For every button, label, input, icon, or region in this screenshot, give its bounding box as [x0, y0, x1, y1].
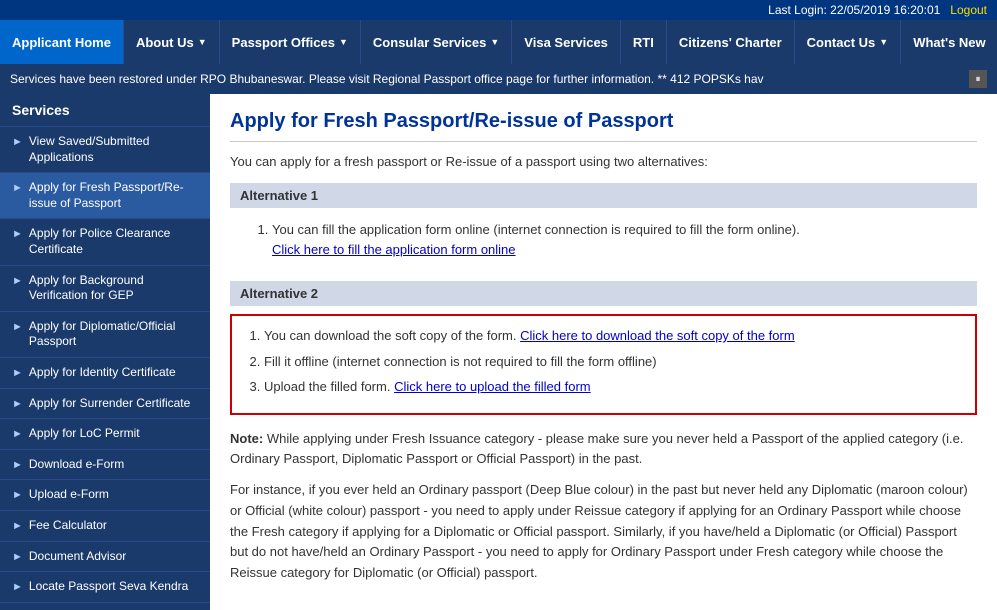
consular-services-arrow: ▼	[490, 37, 499, 47]
bullet-icon: ►	[12, 397, 23, 411]
alt2-item1: You can download the soft copy of the fo…	[264, 326, 961, 346]
note-para2: For instance, if you ever held an Ordina…	[230, 480, 977, 584]
note-section: Note: While applying under Fresh Issuanc…	[230, 429, 977, 585]
alternative-1-section: Alternative 1 You can fill the applicati…	[230, 183, 977, 267]
alt1-header: Alternative 1	[230, 183, 977, 208]
navbar: Applicant Home About Us ▼ Passport Offic…	[0, 20, 997, 64]
nav-citizens-charter[interactable]: Citizens' Charter	[667, 20, 795, 64]
fill-form-online-link[interactable]: Click here to fill the application form …	[272, 242, 516, 257]
nav-rti[interactable]: RTI	[621, 20, 667, 64]
nav-passport-offices[interactable]: Passport Offices ▼	[220, 20, 361, 64]
nav-whats-new[interactable]: What's New	[901, 20, 997, 64]
layout: Services ► View Saved/Submitted Applicat…	[0, 94, 997, 610]
sidebar-item-background-verification[interactable]: ► Apply for Background Verification for …	[0, 266, 210, 312]
bullet-icon: ►	[12, 320, 23, 334]
bullet-icon: ►	[12, 427, 23, 441]
about-us-arrow: ▼	[198, 37, 207, 47]
ticker-pause-button[interactable]: ⏸	[969, 70, 987, 88]
sidebar-item-police-clearance[interactable]: ► Apply for Police Clearance Certificate	[0, 219, 210, 265]
sidebar-item-surrender-certificate[interactable]: ► Apply for Surrender Certificate	[0, 389, 210, 420]
bullet-icon: ►	[12, 488, 23, 502]
ticker-text: Services have been restored under RPO Bh…	[10, 72, 961, 86]
upload-form-link[interactable]: Click here to upload the filled form	[394, 379, 591, 394]
sidebar-item-saved-apps[interactable]: ► View Saved/Submitted Applications	[0, 127, 210, 173]
note-para1: Note: While applying under Fresh Issuanc…	[230, 429, 977, 471]
alternative-2-section: Alternative 2 You can download the soft …	[230, 281, 977, 415]
bullet-icon: ►	[12, 580, 23, 594]
sidebar-item-fresh-passport[interactable]: ► Apply for Fresh Passport/Re-issue of P…	[0, 173, 210, 219]
intro-text: You can apply for a fresh passport or Re…	[230, 154, 977, 169]
page-title: Apply for Fresh Passport/Re-issue of Pas…	[230, 110, 977, 142]
nav-consular-services[interactable]: Consular Services ▼	[361, 20, 512, 64]
passport-offices-arrow: ▼	[339, 37, 348, 47]
sidebar-item-locate-psk[interactable]: ► Locate Passport Seva Kendra	[0, 572, 210, 603]
nav-about-us[interactable]: About Us ▼	[124, 20, 220, 64]
alt1-body: You can fill the application form online…	[230, 216, 977, 267]
ticker-bar: Services have been restored under RPO Bh…	[0, 64, 997, 94]
bullet-icon: ►	[12, 181, 23, 195]
sidebar-title: Services	[0, 94, 210, 127]
alt2-item2: Fill it offline (internet connection is …	[264, 352, 961, 372]
contact-us-arrow: ▼	[879, 37, 888, 47]
bullet-icon: ►	[12, 274, 23, 288]
sidebar-item-fee-calculator[interactable]: ► Fee Calculator	[0, 511, 210, 542]
nav-visa-services[interactable]: Visa Services	[512, 20, 621, 64]
last-login-text: Last Login: 22/05/2019 16:20:01	[768, 3, 940, 17]
download-form-link[interactable]: Click here to download the soft copy of …	[520, 328, 795, 343]
top-bar: Last Login: 22/05/2019 16:20:01 Logout	[0, 0, 997, 20]
bullet-icon: ►	[12, 366, 23, 380]
alt1-item1: You can fill the application form online…	[272, 220, 977, 259]
bullet-icon: ►	[12, 135, 23, 149]
note-label: Note:	[230, 431, 263, 446]
sidebar-item-loc-permit[interactable]: ► Apply for LoC Permit	[0, 419, 210, 450]
main-content: Apply for Fresh Passport/Re-issue of Pas…	[210, 94, 997, 610]
logout-link[interactable]: Logout	[950, 3, 987, 17]
nav-applicant-home[interactable]: Applicant Home	[0, 20, 124, 64]
bullet-icon: ►	[12, 227, 23, 241]
nav-contact-us[interactable]: Contact Us ▼	[795, 20, 902, 64]
bullet-icon: ►	[12, 519, 23, 533]
sidebar-item-document-advisor[interactable]: ► Document Advisor	[0, 542, 210, 573]
sidebar-item-identity-certificate[interactable]: ► Apply for Identity Certificate	[0, 358, 210, 389]
sidebar-item-diplomatic-passport[interactable]: ► Apply for Diplomatic/Official Passport	[0, 312, 210, 358]
alt2-header: Alternative 2	[230, 281, 977, 306]
sidebar-item-download-eform[interactable]: ► Download e-Form	[0, 450, 210, 481]
sidebar: Services ► View Saved/Submitted Applicat…	[0, 94, 210, 610]
alt2-item3: Upload the filled form. Click here to up…	[264, 377, 961, 397]
alt2-box: You can download the soft copy of the fo…	[230, 314, 977, 415]
bullet-icon: ►	[12, 458, 23, 472]
sidebar-item-upload-eform[interactable]: ► Upload e-Form	[0, 480, 210, 511]
bullet-icon: ►	[12, 550, 23, 564]
